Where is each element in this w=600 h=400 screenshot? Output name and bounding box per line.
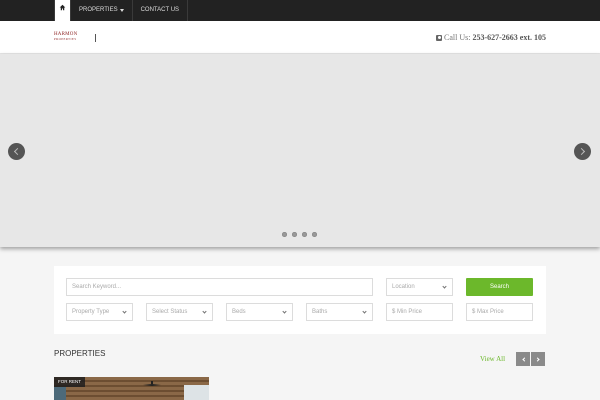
status-value: Select Status — [152, 309, 188, 315]
slider-dot[interactable] — [312, 232, 317, 237]
search-button[interactable]: Search — [466, 278, 533, 296]
carousel-next-button[interactable] — [531, 352, 545, 366]
property-card[interactable]: FOR RENT — [54, 377, 209, 400]
chevron-right-icon — [534, 356, 540, 362]
chevron-down-icon — [442, 284, 447, 289]
min-price-placeholder: $ Min Price — [392, 309, 423, 315]
caret-down-icon — [119, 9, 124, 12]
section-title: PROPERTIES — [54, 349, 106, 358]
slider-dot[interactable] — [302, 232, 307, 237]
home-icon — [59, 0, 66, 21]
nav-item-properties[interactable]: PROPERTIES — [71, 0, 133, 21]
slider-dot[interactable] — [282, 232, 287, 237]
location-select[interactable]: Location — [386, 278, 453, 296]
property-type-select[interactable]: Property Type — [66, 303, 133, 321]
site-header: HARMON PROPERTIES Call Us: 253-627-2663 … — [0, 21, 600, 54]
top-navbar: PROPERTIES CONTACT US — [0, 0, 600, 21]
chevron-right-icon — [577, 147, 586, 156]
slider-dot[interactable] — [292, 232, 297, 237]
chevron-down-icon — [202, 309, 207, 314]
property-photo-window — [184, 385, 209, 400]
baths-select[interactable]: Baths — [306, 303, 373, 321]
hero-slider — [0, 54, 600, 247]
beds-select[interactable]: Beds — [226, 303, 293, 321]
chevron-down-icon — [282, 309, 287, 314]
site-logo[interactable]: HARMON PROPERTIES — [54, 32, 88, 44]
carousel-prev-button[interactable] — [516, 352, 530, 366]
main-nav: PROPERTIES CONTACT US — [54, 0, 189, 21]
max-price-placeholder: $ Max Price — [472, 309, 504, 315]
slider-prev-button[interactable] — [8, 143, 25, 160]
max-price-input[interactable]: $ Max Price — [466, 303, 533, 321]
phone-number[interactable]: 253-627-2663 ext. 105 — [472, 33, 546, 42]
for-rent-badge: FOR RENT — [54, 377, 85, 387]
logo-divider — [95, 34, 96, 42]
keyword-search-input[interactable]: Search Keyword... — [66, 278, 373, 296]
chevron-down-icon — [362, 309, 367, 314]
nav-item-label: CONTACT US — [140, 7, 180, 13]
phone-label: Call Us: — [444, 33, 471, 42]
baths-value: Baths — [312, 309, 328, 315]
property-photo-wall — [54, 387, 66, 400]
property-type-value: Property Type — [72, 309, 110, 315]
property-search-panel: Search Keyword... Location Search Proper… — [54, 266, 546, 334]
chevron-left-icon — [13, 147, 22, 156]
phone-contact: Call Us: 253-627-2663 ext. 105 — [436, 33, 546, 42]
ceiling-fan-icon — [143, 381, 161, 386]
chevron-left-icon — [521, 356, 527, 362]
view-all-link[interactable]: View All — [480, 355, 505, 363]
slider-next-button[interactable] — [574, 143, 591, 160]
nav-item-label: PROPERTIES — [79, 7, 118, 13]
phone-icon — [436, 34, 442, 41]
logo-subtext: PROPERTIES — [54, 37, 77, 41]
location-value: Location — [392, 284, 415, 290]
keyword-placeholder: Search Keyword... — [72, 284, 122, 290]
status-select[interactable]: Select Status — [146, 303, 213, 321]
home-link[interactable] — [54, 0, 71, 21]
slider-pagination — [282, 232, 317, 237]
beds-value: Beds — [232, 309, 246, 315]
carousel-nav — [516, 352, 545, 366]
chevron-down-icon — [122, 309, 127, 314]
nav-item-contact-us[interactable]: CONTACT US — [133, 0, 189, 21]
min-price-input[interactable]: $ Min Price — [386, 303, 453, 321]
